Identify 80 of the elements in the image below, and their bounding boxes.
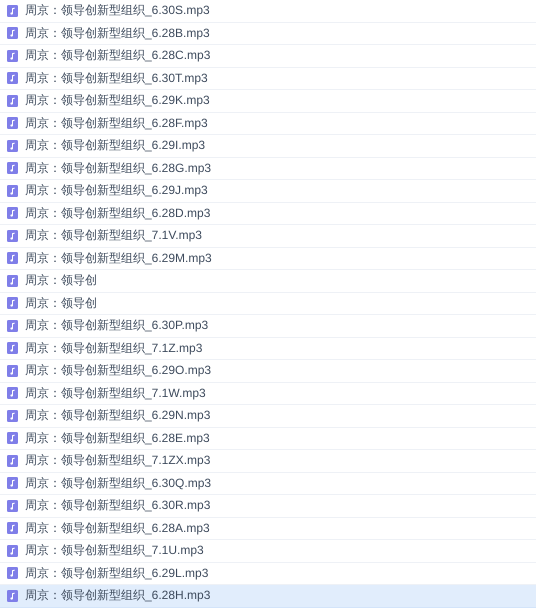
file-row[interactable]: 周京：领导创新型组织_6.30T.mp3 xyxy=(0,68,536,90)
file-name: 周京：领导创新型组织_6.30T.mp3 xyxy=(25,70,208,87)
file-row[interactable]: 周京：领导创新型组织_6.29J.mp3 xyxy=(0,180,536,202)
music-file-icon xyxy=(7,162,18,174)
file-name: 周京：领导创新型组织_6.28A.mp3 xyxy=(25,520,210,537)
file-row[interactable]: 周京：领导创新型组织_6.30P.mp3 xyxy=(0,315,536,338)
file-name: 周京：领导创新型组织_7.1Z.mp3 xyxy=(25,340,202,357)
file-row[interactable]: 周京：领导创新型组织_6.28F.mp3 xyxy=(0,112,536,135)
file-row[interactable]: 周京：领导创新型组织_6.28G.mp3 xyxy=(0,158,536,180)
music-file-icon xyxy=(7,410,18,422)
file-row[interactable]: 周京：领导创新型组织_7.1W.mp3 xyxy=(0,382,536,405)
file-row[interactable]: 周京：领导创新型组织_6.28A.mp3 xyxy=(0,518,536,540)
file-row[interactable]: 周京：领导创新型组织_6.29K.mp3 xyxy=(0,90,536,112)
file-name: 周京：领导创新型组织_6.28C.mp3 xyxy=(25,47,210,64)
file-name: 周京：领导创新型组织_6.29N.mp3 xyxy=(25,407,210,424)
file-row[interactable]: 周京：领导创新型组织_6.29I.mp3 xyxy=(0,135,536,158)
file-name: 周京：领导创 xyxy=(25,272,97,290)
file-row[interactable]: 周京：领导创新型组织_6.30Q.mp3 xyxy=(0,472,536,495)
file-name: 周京：领导创新型组织_6.29J.mp3 xyxy=(25,182,208,200)
file-row[interactable]: 周京：领导创 xyxy=(0,292,536,315)
file-row[interactable]: 周京：领导创新型组织_6.28E.mp3 xyxy=(0,428,536,450)
file-row[interactable]: 周京：领导创新型组织_6.29M.mp3 xyxy=(0,248,536,270)
file-name: 周京：领导创新型组织_6.28H.mp3 xyxy=(25,587,210,604)
music-file-icon xyxy=(7,207,18,220)
file-row[interactable]: 周京：领导创新型组织_6.28C.mp3 xyxy=(0,45,536,68)
file-name: 周京：领导创新型组织_6.30Q.mp3 xyxy=(25,474,212,492)
music-file-icon xyxy=(7,4,18,17)
music-file-icon xyxy=(7,522,18,534)
file-row[interactable]: 周京：领导创新型组织_6.30S.mp3 xyxy=(0,0,536,22)
music-file-icon xyxy=(7,297,18,310)
file-name: 周京：领导创新型组织_6.28F.mp3 xyxy=(25,114,208,132)
file-name: 周京：领导创新型组织_6.28D.mp3 xyxy=(25,204,210,222)
file-row[interactable]: 周京：领导创新型组织_6.29O.mp3 xyxy=(0,360,536,382)
music-file-icon xyxy=(7,500,18,512)
music-file-icon xyxy=(7,50,18,62)
music-file-icon xyxy=(7,184,18,197)
file-name: 周京：领导创新型组织_6.28B.mp3 xyxy=(25,24,210,42)
music-file-icon xyxy=(7,544,18,557)
music-file-icon xyxy=(7,387,18,400)
file-name: 周京：领导创新型组织_6.30R.mp3 xyxy=(25,497,210,514)
music-file-icon xyxy=(7,454,18,467)
music-file-icon xyxy=(7,230,18,242)
music-file-icon xyxy=(7,27,18,40)
file-name: 周京：领导创新型组织_6.28G.mp3 xyxy=(25,160,212,177)
file-name: 周京：领导创新型组织_6.29L.mp3 xyxy=(25,564,208,582)
file-name: 周京：领导创新型组织_7.1V.mp3 xyxy=(25,227,202,244)
file-row[interactable]: 周京：领导创新型组织_7.1U.mp3 xyxy=(0,540,536,562)
music-file-icon xyxy=(7,140,18,152)
music-file-icon xyxy=(7,432,18,444)
file-name: 周京：领导创新型组织_7.1ZX.mp3 xyxy=(25,452,210,470)
music-file-icon xyxy=(7,567,18,580)
music-file-icon xyxy=(7,252,18,264)
file-row[interactable]: 周京：领导创新型组织_6.29N.mp3 xyxy=(0,405,536,428)
file-row[interactable]: 周京：领导创新型组织_7.1Z.mp3 xyxy=(0,338,536,360)
file-name: 周京：领导创新型组织_6.28E.mp3 xyxy=(25,430,210,447)
file-row[interactable]: 周京：领导创新型组织_6.30R.mp3 xyxy=(0,495,536,518)
file-name: 周京：领导创新型组织_6.29I.mp3 xyxy=(25,137,206,154)
file-row[interactable]: 周京：领导创新型组织_7.1V.mp3 xyxy=(0,225,536,248)
music-file-icon xyxy=(7,590,18,602)
music-file-icon xyxy=(7,342,18,354)
file-row[interactable]: 周京：领导创新型组织_6.28B.mp3 xyxy=(0,22,536,45)
file-name: 周京：领导创新型组织_6.30P.mp3 xyxy=(25,317,208,334)
file-row[interactable]: 周京：领导创新型组织_6.28H.mp3 xyxy=(0,585,536,608)
music-file-icon xyxy=(7,364,18,377)
file-name: 周京：领导创新型组织_7.1U.mp3 xyxy=(25,542,204,560)
file-name: 周京：领导创新型组织_6.29K.mp3 xyxy=(25,92,210,110)
file-row[interactable]: 周京：领导创 xyxy=(0,270,536,292)
file-row[interactable]: 周京：领导创新型组织_7.1ZX.mp3 xyxy=(0,450,536,472)
file-name: 周京：领导创 xyxy=(25,294,97,312)
music-file-icon xyxy=(7,320,18,332)
file-name: 周京：领导创新型组织_6.29O.mp3 xyxy=(25,362,212,380)
file-name: 周京：领导创新型组织_6.30S.mp3 xyxy=(25,2,210,20)
music-file-icon xyxy=(7,477,18,490)
music-file-icon xyxy=(7,117,18,130)
file-name: 周京：领导创新型组织_6.29M.mp3 xyxy=(25,250,212,267)
music-file-icon xyxy=(7,72,18,84)
file-name: 周京：领导创新型组织_7.1W.mp3 xyxy=(25,384,206,402)
file-row[interactable]: 周京：领导创新型组织_6.28D.mp3 xyxy=(0,202,536,225)
music-file-icon xyxy=(7,274,18,287)
music-file-icon xyxy=(7,94,18,107)
